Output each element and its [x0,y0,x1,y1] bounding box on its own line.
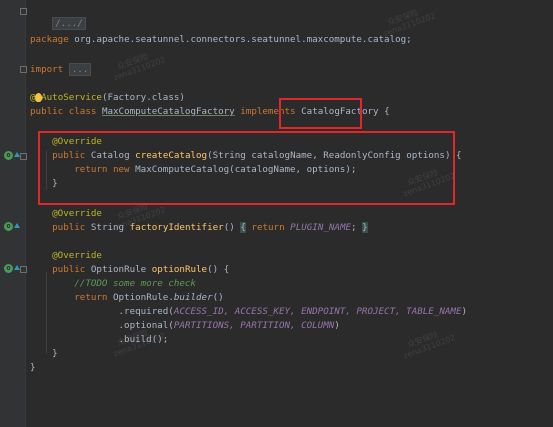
code-line-autoservice: @ AutoService(Factory.class) [30,92,185,104]
builder-suffix: () [212,292,224,303]
method-close-brace: } [52,348,58,359]
optional-close: ) [334,320,340,331]
code-line-return-builder: return OptionRule.builder() [30,292,224,304]
optional-args: PARTITIONS, PARTITION, COLUMN [173,320,335,331]
semicolon: ; [351,222,357,233]
implements-method-icon[interactable]: o [4,222,13,231]
fold-marker-icon[interactable] [20,266,27,273]
code-line-factory-identifier: public String factoryIdentifier() { retu… [30,222,368,234]
return-expression: MaxComputeCatalog(catalogName, options); [135,164,357,175]
editor-gutter: o o o [0,0,27,427]
folded-imports[interactable]: ... [68,63,92,76]
code-line-return-new: return new MaxComputeCatalog(catalogName… [30,164,356,176]
folded-open-brace[interactable]: { [240,222,246,233]
class-open-brace: { [384,106,390,117]
code-line-close-1: } [30,178,58,190]
method-name-create-catalog[interactable]: createCatalog [135,150,207,161]
return-new-keyword: return new [74,164,130,175]
class-close-brace: } [30,362,36,373]
code-line-class-close: } [30,362,36,374]
method-parens: () { [207,264,230,275]
autoservice-annotation: AutoService [41,92,102,103]
folded-header[interactable]: /.../ [52,17,86,30]
folded-close-brace[interactable]: } [362,222,368,233]
public-keyword: public [52,222,86,233]
code-line-override-3: @Override [30,250,102,262]
code-editor[interactable]: /.../ package org.apache.seatunnel.conne… [30,0,553,427]
code-line-class-decl: public class MaxComputeCatalogFactory im… [30,106,390,118]
required-call: .required( [118,306,174,317]
required-close: ) [461,306,468,317]
code-line-override-1: @Override [30,136,102,148]
code-line-todo: //TODO some more check [30,278,196,290]
method-parens: () [223,222,235,233]
package-keyword: package [30,34,69,45]
implements-keyword: implements [240,106,296,117]
public-keyword: public [52,150,86,161]
import-keyword: import [30,64,64,75]
return-keyword: return [74,292,108,303]
public-keyword: public [52,264,86,275]
todo-comment: //TODO some more check [74,278,196,289]
plugin-name-constant: PLUGIN_NAME [290,222,352,233]
code-line-create-catalog: public Catalog createCatalog(String cata… [30,150,462,162]
return-type: Catalog [90,150,130,161]
autoservice-arg: (Factory.class) [101,92,185,103]
method-name-factory-identifier[interactable]: factoryIdentifier [130,222,224,233]
code-line-header: /.../ [30,6,86,30]
return-type: OptionRule [90,264,147,275]
override-arrow-icon[interactable] [14,223,20,228]
code-line-override-2: @Override [30,208,102,220]
fold-marker-icon[interactable] [20,8,27,15]
override-annotation: @Override [52,208,102,219]
override-annotation: @Override [52,136,102,147]
required-args: ACCESS_ID, ACCESS_KEY, ENDPOINT, PROJECT… [173,306,462,317]
method-close-brace: } [52,178,58,189]
code-line-close-3: } [30,348,58,360]
fold-marker-icon[interactable] [20,66,27,73]
override-annotation: @Override [52,250,102,261]
interface-name[interactable]: CatalogFactory [301,106,378,117]
class-name[interactable]: MaxComputeCatalogFactory [102,106,235,117]
method-params: (String catalogName, ReadonlyConfig opti… [207,150,462,161]
method-name-option-rule[interactable]: optionRule [152,264,207,275]
builder-prefix: OptionRule. [113,292,174,303]
class-modifiers: public class [30,106,97,117]
code-line-required: .required(ACCESS_ID, ACCESS_KEY, ENDPOIN… [30,306,468,318]
fold-marker-icon[interactable] [20,153,27,160]
return-keyword: return [251,222,285,233]
builder-method: builder [173,292,213,303]
code-line-optional: .optional(PARTITIONS, PARTITION, COLUMN) [30,320,340,332]
implements-method-icon[interactable]: o [4,264,13,273]
code-line-package: package org.apache.seatunnel.connectors.… [30,34,412,46]
package-name: org.apache.seatunnel.connectors.seatunne… [74,34,412,45]
code-line-import: import ... [30,63,92,76]
implements-method-icon[interactable]: o [4,151,13,160]
code-line-option-rule: public OptionRule optionRule() { [30,264,229,276]
annotation-at: @ [30,92,36,103]
